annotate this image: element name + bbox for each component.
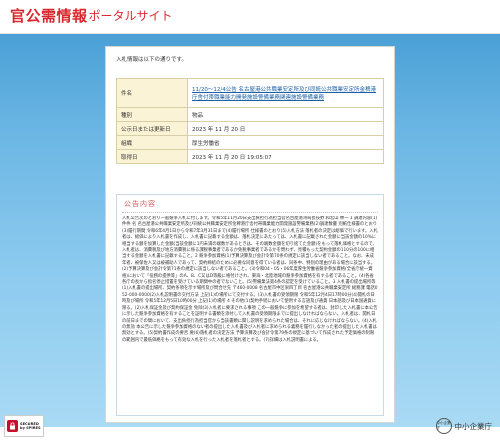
site-footer: SECURED by SPIRES 中小企業庁 中小企業庁	[0, 415, 500, 443]
agency-brand[interactable]: 中小企業庁 中小企業庁	[435, 415, 493, 437]
table-row: 種別 物品	[116, 107, 384, 122]
agency-name: 中小企業庁	[454, 421, 493, 431]
site-header: 官公需情報 ポータルサイト	[0, 0, 500, 34]
page-background: 入札情報は以下の通りです。 件名 11/20～12/4公告 名古屋港公共職業安定…	[0, 34, 500, 427]
security-badge-text: SECURED by SPIRES	[20, 422, 41, 431]
label-published-date: 公示日または更新日	[116, 121, 188, 136]
value-title: 11/20～12/4公告 名古屋港公共職業安定所及び同統公共職業安定所金稗港庁舎…	[187, 78, 384, 108]
value-acquired-date: 2023 年 11 月 20 日 19:05:07	[187, 149, 384, 164]
table-row: 公示日または更新日 2023 年 11 月 20 日	[116, 121, 384, 136]
notice-content-box: 公告内容 入札公告次のとおり一般競争入札に付します。令和5年11月20日支出負担…	[116, 194, 384, 416]
value-organization: 厚生労働省	[187, 135, 384, 150]
notice-body-text: 入札公告次のとおり一般競争入札に付します。令和5年11月20日支出負担行為担当官…	[122, 216, 378, 343]
label-acquired-date: 取得日	[116, 149, 188, 164]
site-logo-main[interactable]: 官公需情報	[10, 7, 88, 33]
badge-line-2: by SPIRES	[20, 426, 41, 430]
intro-text: 入札情報は以下の通りです。	[116, 57, 187, 63]
table-row: 組織 厚生労働省	[116, 135, 384, 150]
agency-seal-icon: 中小企業庁	[435, 418, 452, 434]
table-row: 取得日 2023 年 11 月 20 日 19:05:07	[116, 149, 384, 164]
table-row: 件名 11/20～12/4公告 名古屋港公共職業安定所及び同統公共職業安定所金稗…	[116, 78, 384, 108]
divider	[122, 212, 378, 213]
tender-title-link[interactable]: 11/20～12/4公告 名古屋港公共職業安定所及び同統公共職業安定所金稗港庁舎…	[192, 87, 376, 101]
tender-info-table: 件名 11/20～12/4公告 名古屋港公共職業安定所及び同統公共職業安定所金稗…	[116, 78, 384, 164]
site-logo-sub[interactable]: ポータルサイト	[89, 7, 173, 33]
content-section-title: 公告内容	[124, 200, 156, 208]
value-published-date: 2023 年 11 月 20 日	[187, 121, 384, 136]
label-organization: 組織	[116, 135, 188, 150]
tender-detail-card: 入札情報は以下の通りです。 件名 11/20～12/4公告 名古屋港公共職業安定…	[105, 46, 395, 423]
value-category: 物品	[187, 107, 384, 122]
padlock-icon	[7, 420, 18, 432]
label-title: 件名	[116, 78, 188, 108]
security-badge[interactable]: SECURED by SPIRES	[4, 415, 44, 437]
label-category: 種別	[116, 107, 188, 122]
